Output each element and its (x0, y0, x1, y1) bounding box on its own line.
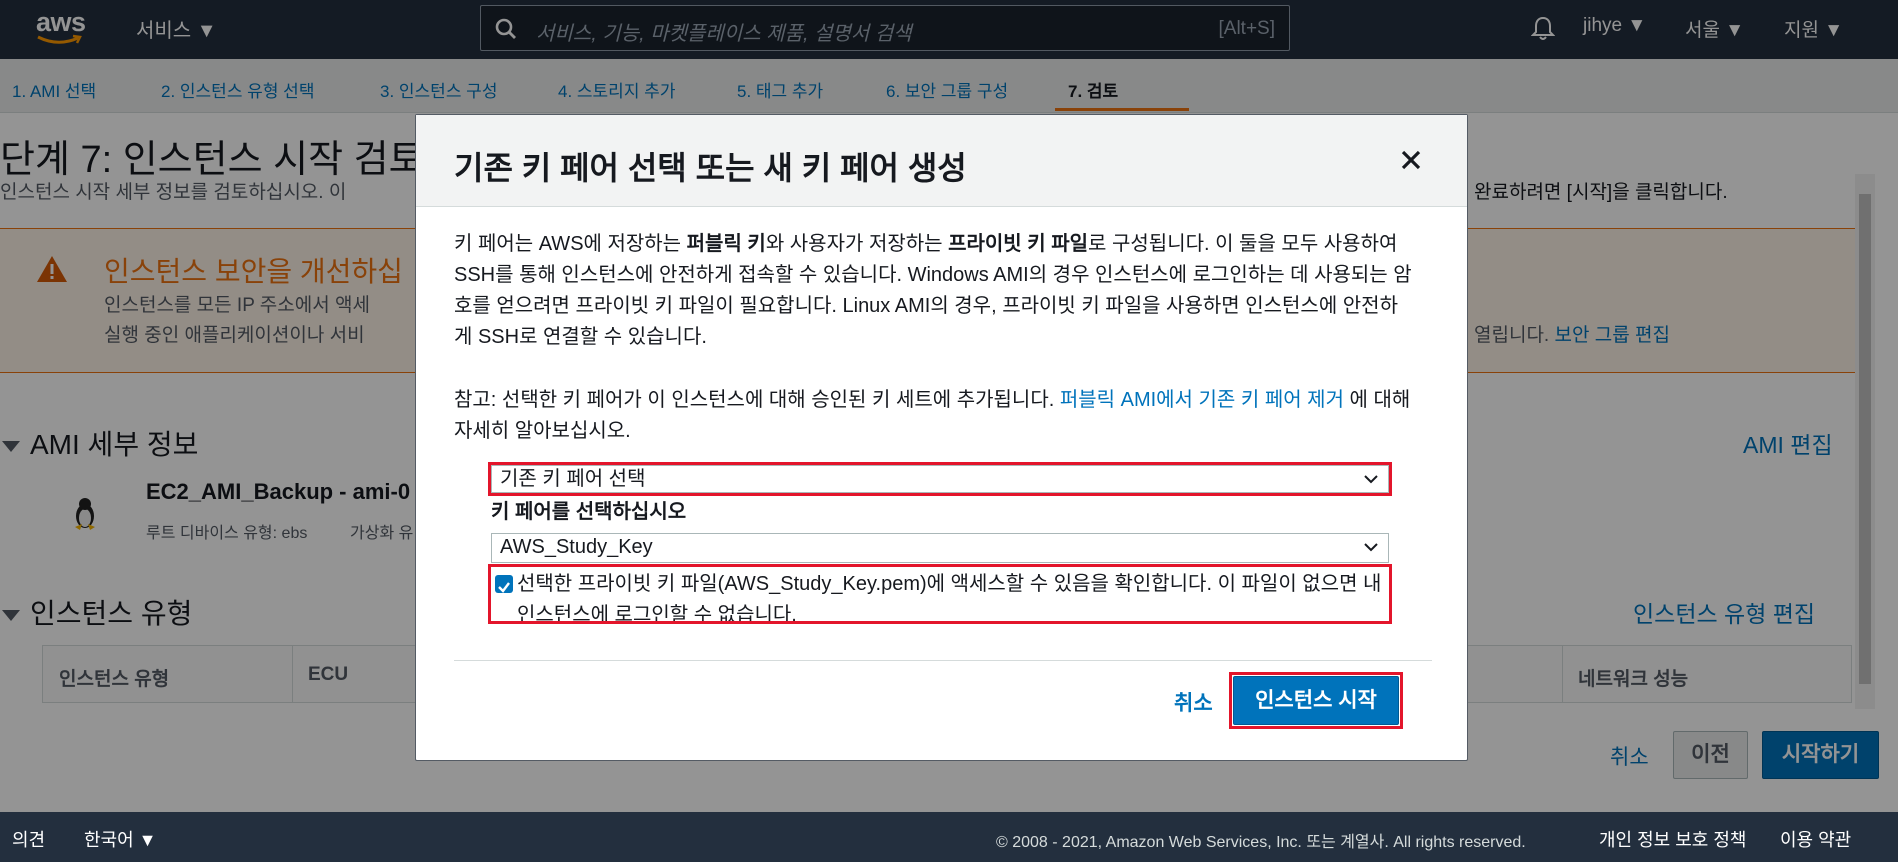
chevron-down-icon (1364, 543, 1378, 552)
highlight-box (488, 564, 1392, 624)
feedback-link[interactable]: 의견 (12, 826, 45, 852)
note-text: 참고: 선택한 키 페어가 이 인스턴스에 대해 승인된 키 세트에 추가됩니다… (454, 389, 1060, 411)
desc-text: 키 페어는 AWS에 저장하는 (454, 233, 687, 255)
console-footer: 의견 한국어 ▼ © 2008 - 2021, Amazon Web Servi… (0, 812, 1898, 862)
dialog-cancel-button[interactable]: 취소 (1174, 687, 1213, 717)
dialog-description: 키 페어는 AWS에 저장하는 퍼블릭 키와 사용자가 저장하는 프라이빗 키 … (454, 229, 1414, 353)
dialog-divider (454, 660, 1432, 661)
dialog-title: 기존 키 페어 선택 또는 새 키 페어 생성 (454, 150, 967, 186)
highlight-box (488, 462, 1392, 496)
terms-link[interactable]: 이용 약관 (1780, 826, 1851, 852)
launch-instance-button[interactable]: 인스턴스 시작 (1233, 676, 1399, 725)
keypair-select[interactable]: AWS_Study_Key (491, 533, 1389, 563)
dialog-header: 기존 키 페어 선택 또는 새 키 페어 생성 (416, 115, 1467, 207)
copyright: © 2008 - 2021, Amazon Web Services, Inc.… (996, 834, 1526, 851)
desc-public-key: 퍼블릭 키 (686, 233, 766, 255)
privacy-link[interactable]: 개인 정보 보호 정책 (1599, 826, 1746, 852)
dialog-note: 참고: 선택한 키 페어가 이 인스턴스에 대해 승인된 키 세트에 추가됩니다… (454, 385, 1414, 447)
desc-private-key-file: 프라이빗 키 파일 (948, 233, 1089, 255)
remove-key-pair-link[interactable]: 퍼블릭 AMI에서 기존 키 페어 제거 (1060, 389, 1344, 411)
keypair-value: AWS_Study_Key (500, 536, 653, 558)
desc-text: 와 사용자가 저장하는 (765, 233, 949, 255)
language-selector[interactable]: 한국어 ▼ (84, 826, 157, 852)
close-icon[interactable] (1400, 149, 1422, 171)
select-keypair-label: 키 페어를 선택하십시오 (491, 501, 687, 523)
key-pair-dialog: 기존 키 페어 선택 또는 새 키 페어 생성 키 페어는 AWS에 저장하는 … (415, 114, 1468, 761)
